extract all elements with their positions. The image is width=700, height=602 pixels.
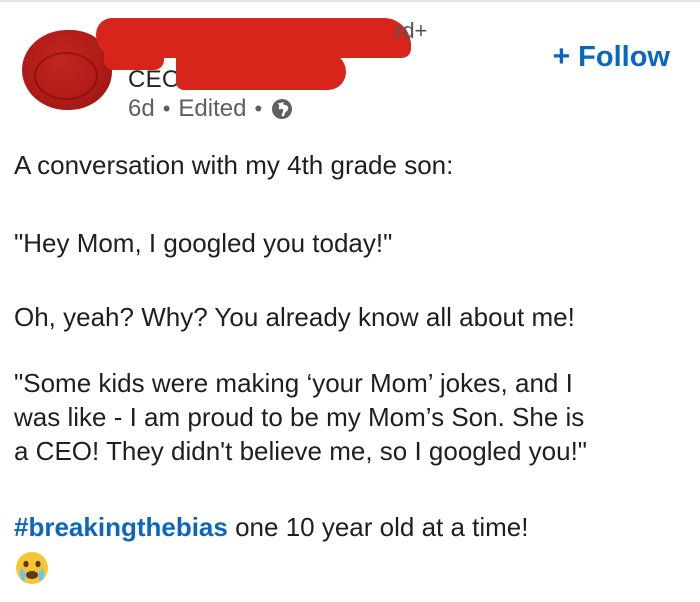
post-line: a CEO! They didn't believe me, so I goog… (14, 436, 588, 466)
follow-label: Follow (578, 40, 670, 73)
post-line: Oh, yeah? Why? You already know all abou… (14, 302, 575, 332)
plus-icon: + (552, 40, 571, 73)
top-divider (0, 0, 700, 2)
meta-separator: • (162, 96, 171, 121)
post-line: was like - I am proud to be my Mom’s Son… (14, 402, 585, 432)
post-meta: 6d • Edited • (128, 95, 294, 123)
post-age: 6d (128, 95, 155, 122)
avatar-ring (34, 52, 98, 100)
redaction-mark (176, 52, 346, 90)
hashtag-link[interactable]: #breakingthebias (14, 512, 228, 542)
edited-label: Edited (178, 95, 247, 122)
post-line: "Hey Mom, I googled you today!" (14, 228, 393, 258)
follow-button[interactable]: + Follow (553, 40, 670, 74)
crying-face-emoji-icon (14, 550, 50, 586)
author-headline: CEO (128, 66, 181, 93)
post-line: "Some kids were making ‘your Mom’ jokes,… (14, 368, 573, 398)
post-tail-text: one 10 year old at a time! (235, 512, 529, 542)
meta-separator: • (254, 96, 263, 121)
author-degree: rd+ (395, 18, 428, 43)
post-paragraph: "Some kids were making ‘your Mom’ jokes,… (14, 366, 694, 468)
post-line: #breakingthebias one 10 year old at a ti… (14, 510, 529, 544)
post-line: A conversation with my 4th grade son: (14, 150, 454, 180)
globe-icon (270, 97, 294, 121)
